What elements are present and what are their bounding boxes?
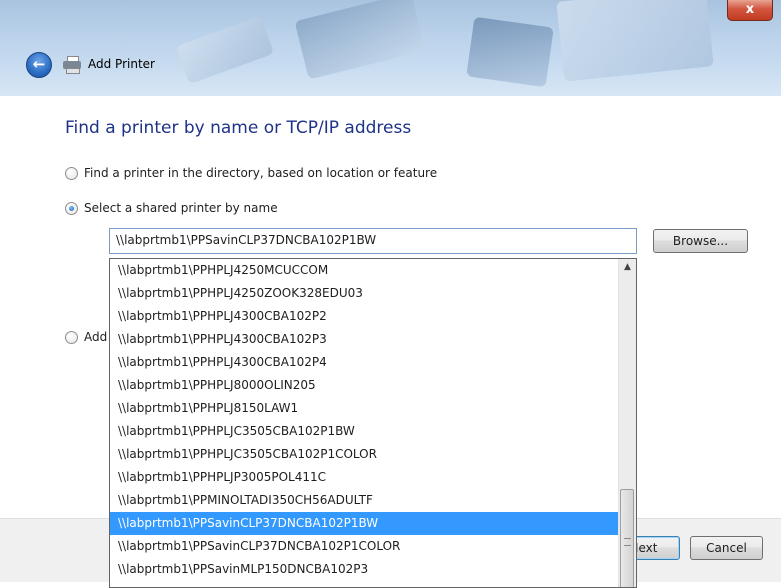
header-decoration (466, 16, 554, 88)
dropdown-scrollbar[interactable]: ▲ (618, 259, 636, 587)
option-directory[interactable]: Find a printer in the directory, based o… (65, 166, 437, 180)
cancel-button[interactable]: Cancel (690, 536, 763, 560)
directory-radio[interactable] (65, 166, 78, 180)
back-button[interactable]: ← (26, 52, 52, 78)
scroll-grip-icon (624, 538, 631, 546)
printer-dropdown-list[interactable]: \\labprtmb1\PPHPLJ4250MCUCCOM \\labprtmb1… (109, 258, 637, 588)
printer-name-input[interactable]: \\labprtmb1\PPSavinCLP37DNCBA102P1BW (109, 228, 637, 254)
back-arrow-icon: ← (32, 55, 46, 73)
dropdown-item[interactable]: \\labprtmb1\PPHPLJC3505CBA102P1COLOR (110, 443, 620, 466)
dropdown-item[interactable]: \\labprtmb1\PPHPLJ4250ZOOK328EDU03 (110, 282, 620, 305)
header-decoration (556, 0, 714, 82)
dropdown-item[interactable]: \\labprtmb1\PPSavinMLP150DNCBA102P3 (110, 558, 620, 581)
dropdown-item[interactable]: \\labprtmb1\PPHPLJ4250MCUCCOM (110, 259, 620, 282)
dropdown-items: \\labprtmb1\PPHPLJ4250MCUCCOM \\labprtmb1… (110, 259, 620, 581)
browse-button[interactable]: Browse... (653, 229, 748, 253)
header-decoration (175, 15, 275, 85)
add-label: Add (84, 330, 108, 344)
title-bar: x ← Add Printer (0, 0, 781, 96)
option-shared[interactable]: Select a shared printer by name (65, 201, 278, 215)
dropdown-item[interactable]: \\labprtmb1\PPSavinCLP37DNCBA102P1COLOR (110, 535, 620, 558)
dropdown-item[interactable]: \\labprtmb1\PPHPLJ8000OLIN205 (110, 374, 620, 397)
printer-icon (63, 56, 81, 74)
directory-label: Find a printer in the directory, based o… (84, 166, 438, 180)
scroll-up-arrow-icon[interactable]: ▲ (619, 259, 636, 276)
dropdown-item[interactable]: \\labprtmb1\PPHPLJ8150LAW1 (110, 397, 620, 420)
option-add[interactable]: Add (65, 330, 107, 344)
close-button[interactable]: x (727, 0, 773, 21)
window-title: Add Printer (88, 57, 155, 71)
dropdown-item[interactable]: \\labprtmb1\PPHPLJ4300CBA102P4 (110, 351, 620, 374)
dropdown-item[interactable]: \\labprtmb1\PPHPLJ4300CBA102P2 (110, 305, 620, 328)
dropdown-item[interactable]: \\labprtmb1\PPHPLJP3005POL411C (110, 466, 620, 489)
shared-radio[interactable] (65, 201, 78, 215)
scroll-thumb[interactable] (620, 489, 634, 587)
shared-label: Select a shared printer by name (84, 201, 278, 215)
page-heading: Find a printer by name or TCP/IP address (65, 118, 412, 138)
header-decoration (294, 0, 426, 80)
wizard-content: Find a printer by name or TCP/IP address… (0, 96, 781, 588)
close-icon: x (745, 2, 755, 17)
dropdown-item[interactable]: \\labprtmb1\PPSavinCLP37DNCBA102P1BW (110, 512, 620, 535)
add-radio[interactable] (65, 330, 78, 344)
dropdown-item[interactable]: \\labprtmb1\PPHPLJC3505CBA102P1BW (110, 420, 620, 443)
dropdown-item[interactable]: \\labprtmb1\PPMINOLTADI350CH56ADULTF (110, 489, 620, 512)
dropdown-item[interactable]: \\labprtmb1\PPHPLJ4300CBA102P3 (110, 328, 620, 351)
